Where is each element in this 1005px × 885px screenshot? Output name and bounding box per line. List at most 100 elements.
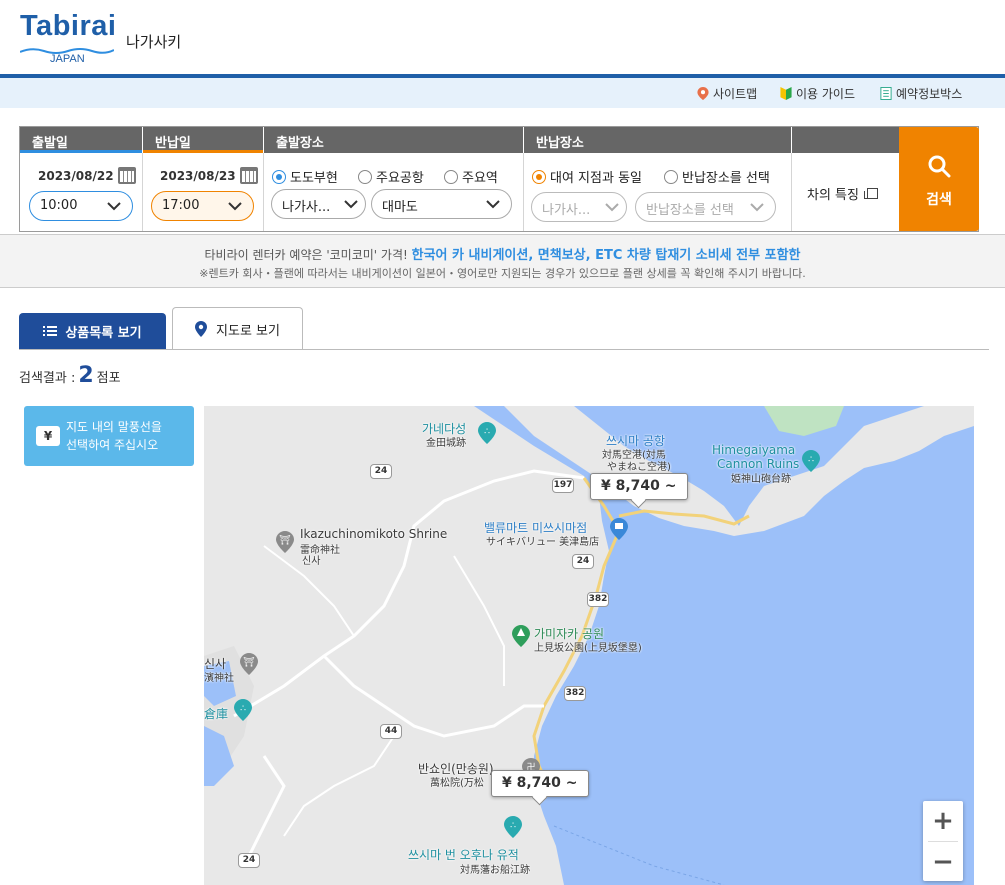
map-label-shrine-left-jp: 濱神社: [204, 673, 234, 684]
depart-date-picker[interactable]: 2023/08/22: [38, 167, 136, 184]
search-result-count: 검색결과 : 2 점포: [19, 363, 121, 388]
calendar-icon: [117, 167, 136, 184]
park-pin-icon: [512, 625, 530, 647]
route-shield: 382: [587, 592, 609, 607]
hint-text: 지도 내의 말풍선을 선택하여 주십시오: [66, 418, 162, 454]
return-date-picker[interactable]: 2023/08/23: [160, 167, 258, 184]
radio-checked-icon: [532, 169, 546, 184]
notice-line-2: ※렌트카 회사・플랜에 따라서는 내비게이션이 일본어・영어로만 지원되는 경우…: [199, 267, 806, 280]
radio-label: 주요공항: [376, 171, 424, 186]
poi-pin-icon: ∴: [802, 450, 820, 472]
hint-line-2: 선택하여 주십시오: [66, 438, 159, 452]
depart-time-select[interactable]: 10:00: [29, 191, 133, 221]
result-count: 2: [78, 363, 94, 388]
poi-pin-icon: ∴: [478, 422, 496, 444]
logo-sub: JAPAN: [50, 53, 85, 65]
document-icon: [880, 87, 892, 100]
price-balloon-airport[interactable]: ¥ 8,740 ~: [590, 473, 688, 500]
feature-label: 차의 특징: [807, 188, 859, 203]
depart-place-heading: 출발장소: [264, 127, 523, 153]
result-suffix: 점포: [96, 371, 121, 386]
hint-line-1: 지도 내의 말풍선을: [66, 420, 162, 434]
svg-text:⛩: ⛩: [243, 657, 254, 668]
radio-label: 주요역: [462, 171, 498, 186]
zoom-out-button[interactable]: −: [923, 842, 963, 882]
booking-box-link[interactable]: 예약정보박스: [880, 85, 962, 102]
tab-map-view[interactable]: 지도로 보기: [172, 307, 303, 350]
return-date-value: 2023/08/23: [160, 168, 236, 183]
map-label-himegami-jp: 姫神山砲台跡: [731, 474, 791, 485]
calendar-icon: [239, 167, 258, 184]
poi-pin-icon: ∴: [234, 699, 252, 721]
return-place-select[interactable]: 반납장소를 선택: [635, 192, 776, 222]
depart-area-value: 대마도: [382, 200, 418, 215]
route-shield: 24: [238, 853, 260, 868]
svg-text:⛩: ⛩: [279, 535, 290, 546]
route-shield: 24: [370, 464, 392, 479]
return-time-select[interactable]: 17:00: [151, 191, 254, 221]
shrine-pin-icon: ⛩: [276, 531, 294, 553]
depart-time-value: 10:00: [40, 198, 78, 213]
search-button-label: 검색: [926, 192, 952, 208]
divider: [791, 153, 792, 231]
depart-date-value: 2023/08/22: [38, 168, 114, 183]
search-button[interactable]: 검색: [899, 127, 979, 231]
logo-text: Tabirai: [20, 10, 117, 42]
return-prefecture-value: 나가사...: [542, 203, 591, 218]
sitemap-label: 사이트맵: [713, 87, 758, 101]
radio-label: 도도부현: [290, 171, 338, 186]
tabirai-logo[interactable]: Tabirai JAPAN: [20, 10, 116, 66]
route-shield: 382: [564, 686, 586, 701]
radio-unchecked-icon: [444, 169, 458, 184]
notice-highlight: 한국어 카 내비게이션, 면책보상, ETC 차량 탑재기 소비세 전부 포함한: [411, 248, 801, 263]
result-prefix: 검색결과 :: [19, 371, 76, 386]
map-pin-icon: [195, 321, 208, 337]
sitemap-link[interactable]: 사이트맵: [697, 85, 757, 102]
booking-box-label: 예약정보박스: [896, 87, 963, 101]
map-label-warehouse: 倉庫: [204, 707, 229, 721]
chevron-down-icon: [228, 202, 242, 211]
map-hint-box: ¥ 지도 내의 말풍선을 선택하여 주십시오: [24, 406, 194, 466]
divider: [263, 153, 264, 231]
depart-radio-station[interactable]: 주요역: [444, 167, 498, 186]
guide-link[interactable]: 이용 가이드: [780, 85, 855, 102]
utility-bar: 사이트맵 이용 가이드 예약정보박스: [0, 78, 1005, 108]
tab-list-label: 상품목록 보기: [65, 325, 142, 341]
depart-radio-prefecture[interactable]: 도도부현: [272, 167, 338, 186]
map-pin-icon: [697, 87, 709, 100]
return-prefecture-select[interactable]: 나가사...: [531, 192, 627, 222]
return-radio-same[interactable]: 대여 지점과 동일: [532, 167, 642, 186]
svg-text:∴: ∴: [510, 821, 516, 831]
svg-text:∴: ∴: [808, 455, 814, 465]
map-label-banshoin-jp: 萬松院(万松: [430, 778, 484, 789]
depart-prefecture-select[interactable]: 나가사...: [271, 189, 366, 219]
notice-prefix: 타비라이 렌터카 예약은 '코미코미' 가격!: [204, 248, 408, 262]
map-label-kamisaka-jp: 上見坂公園(上見坂堡塁): [534, 643, 642, 654]
return-place-heading: 반납장소: [524, 127, 791, 153]
poi-pin-icon: ∴: [504, 816, 522, 838]
return-radio-select[interactable]: 반납장소를 선택: [664, 167, 770, 186]
store-map[interactable]: 24 197 24 382 382 44 24 ∴ 가네다성 金田城跡 쓰시마 …: [204, 406, 974, 885]
return-place-value: 반납장소를 선택: [646, 203, 734, 218]
chevron-down-icon: [605, 203, 619, 212]
price-notice: 타비라이 렌터카 예약은 '코미코미' 가격! 한국어 카 내비게이션, 면책보…: [0, 234, 1005, 288]
map-label-himegami: Himegaiyama: [712, 443, 796, 457]
site-header: Tabirai JAPAN 나가사키: [0, 0, 1005, 78]
return-time-value: 17:00: [162, 198, 200, 213]
shopping-pin-icon: [610, 518, 628, 540]
tab-divider: [19, 349, 989, 350]
radio-label: 반납장소를 선택: [682, 171, 770, 186]
map-label-ikazuchi-jp2: 신사: [302, 556, 321, 567]
depart-radio-airport[interactable]: 주요공항: [358, 167, 424, 186]
price-balloon-izuhara[interactable]: ¥ 8,740 ~: [491, 770, 589, 797]
divider: [523, 153, 524, 231]
tab-list-view[interactable]: 상품목록 보기: [19, 313, 166, 349]
zoom-in-button[interactable]: +: [923, 801, 963, 841]
chevron-down-icon: [344, 200, 358, 209]
depart-area-select[interactable]: 대마도: [371, 189, 512, 219]
route-shield: 197: [552, 478, 574, 493]
shrine-pin-icon: ⛩: [240, 653, 258, 675]
depart-date-heading: 출발일: [20, 127, 142, 153]
tab-map-label: 지도로 보기: [216, 323, 280, 339]
car-feature-toggle[interactable]: 차의 특징: [807, 184, 878, 203]
